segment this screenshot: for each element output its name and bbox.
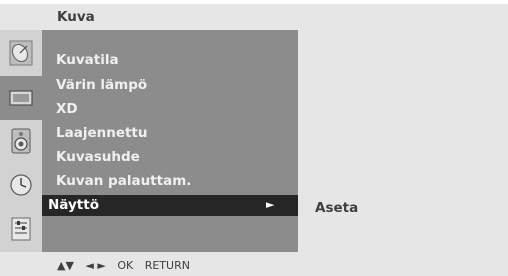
speaker-icon [11,128,31,154]
navigation-hints: ▲▼ ◄ ► OK RETURN [57,259,198,272]
tv-screen-icon [9,90,33,106]
title-bar: Kuva [0,4,508,30]
category-audio[interactable] [0,120,42,164]
ok-hint: OK [117,259,134,272]
menu-item-naytto[interactable]: Näyttö ► [42,195,298,216]
submenu-panel [298,30,508,252]
satellite-dish-icon [9,40,33,66]
menu-item-kuvasuhde[interactable]: Kuvasuhde [56,149,140,165]
menu-item-varin-lampo[interactable]: Värin lämpö [56,77,147,93]
menu-item-label: Näyttö [48,197,99,213]
category-icon-strip [0,30,42,252]
menu-item-xd[interactable]: XD [56,101,78,117]
submenu-item-aseta[interactable]: Aseta [315,200,358,216]
category-time[interactable] [0,164,42,208]
return-hint: RETURN [144,259,190,272]
arrow-right-icon: ► [266,198,275,211]
left-right-arrows-icon: ◄ ► [85,259,106,272]
up-down-arrows-icon: ▲▼ [57,259,74,272]
menu-title: Kuva [57,9,95,25]
menu-item-kuvan-palauttam[interactable]: Kuvan palauttam. [56,173,191,189]
clock-icon [10,174,32,196]
settings-list-icon [11,217,31,241]
category-setup[interactable] [0,32,42,76]
category-option[interactable] [0,208,42,252]
menu-item-kuvatila[interactable]: Kuvatila [56,52,119,68]
category-picture[interactable] [0,76,42,120]
osd-menu: Kuva Kuvatila Värin lämpö XD Laajennettu… [0,0,508,276]
menu-item-laajennettu[interactable]: Laajennettu [56,125,148,141]
navigation-hint-bar: ▲▼ ◄ ► OK RETURN [0,252,508,276]
